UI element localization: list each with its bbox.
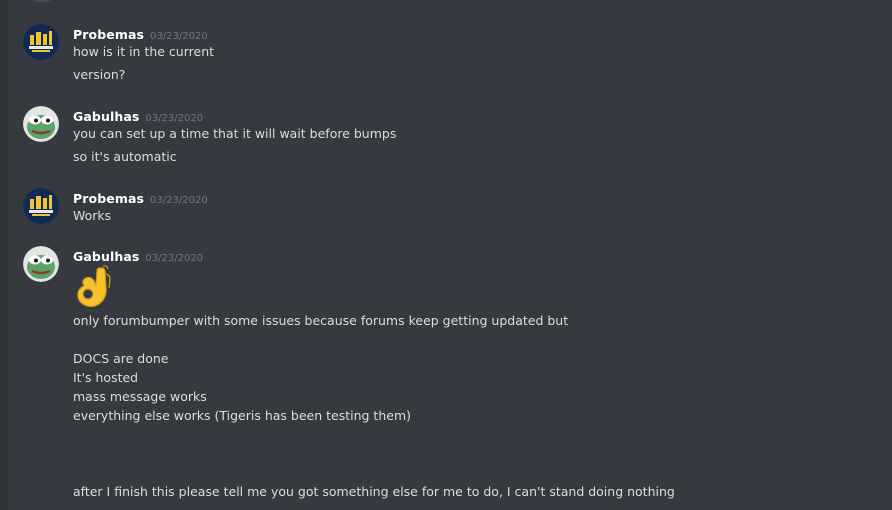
message-header: Probemas 03/23/2020 [73, 24, 208, 42]
chat-message-list[interactable]: · · · · · · · · · Probemas 03/23/2020 how… [0, 0, 892, 510]
username[interactable]: Gabulhas [73, 249, 139, 264]
message-text: It's hosted [73, 370, 139, 385]
pepe-frog-icon [23, 106, 59, 142]
channel-sidebar-edge [0, 0, 8, 510]
message-header: Gabulhas 03/23/2020 [73, 106, 203, 124]
timestamp[interactable]: 03/23/2020 [150, 31, 208, 42]
avatar[interactable] [23, 24, 59, 60]
avatar[interactable] [23, 106, 59, 142]
message-text: everything else works (Tigeris has been … [73, 408, 411, 423]
message-text: you can set up a time that it will wait … [73, 126, 397, 141]
message-text: DOCS are done [73, 351, 169, 366]
message-text: Works [73, 208, 112, 223]
timestamp[interactable]: 03/23/2020 [145, 253, 203, 264]
username[interactable]: Probemas [73, 191, 144, 206]
message-text: mass message works [73, 389, 207, 404]
message-text: so it's automatic [73, 149, 177, 164]
avatar[interactable] [23, 246, 59, 282]
timestamp[interactable]: 03/23/2020 [145, 113, 203, 124]
message-text: version? [73, 67, 126, 82]
avatar[interactable] [23, 188, 59, 224]
ok-hand-emoji-icon[interactable] [73, 264, 113, 308]
timestamp[interactable]: 03/23/2020 [150, 195, 208, 206]
pepe-frog-icon [23, 246, 59, 282]
username[interactable]: Probemas [73, 27, 144, 42]
message-text: only forumbumper with some issues becaus… [73, 313, 569, 328]
probemas-logo-icon [23, 24, 59, 60]
message-text: after I finish this please tell me you g… [73, 484, 675, 499]
avatar[interactable] [24, 0, 60, 2]
message-header: Gabulhas 03/23/2020 [73, 246, 203, 264]
username[interactable]: Gabulhas [73, 109, 139, 124]
message-header: Probemas 03/23/2020 [73, 188, 208, 206]
message-text: how is it in the current [73, 44, 215, 59]
message-text: · · · · · · · · · [73, 0, 149, 7]
probemas-logo-icon [23, 188, 59, 224]
